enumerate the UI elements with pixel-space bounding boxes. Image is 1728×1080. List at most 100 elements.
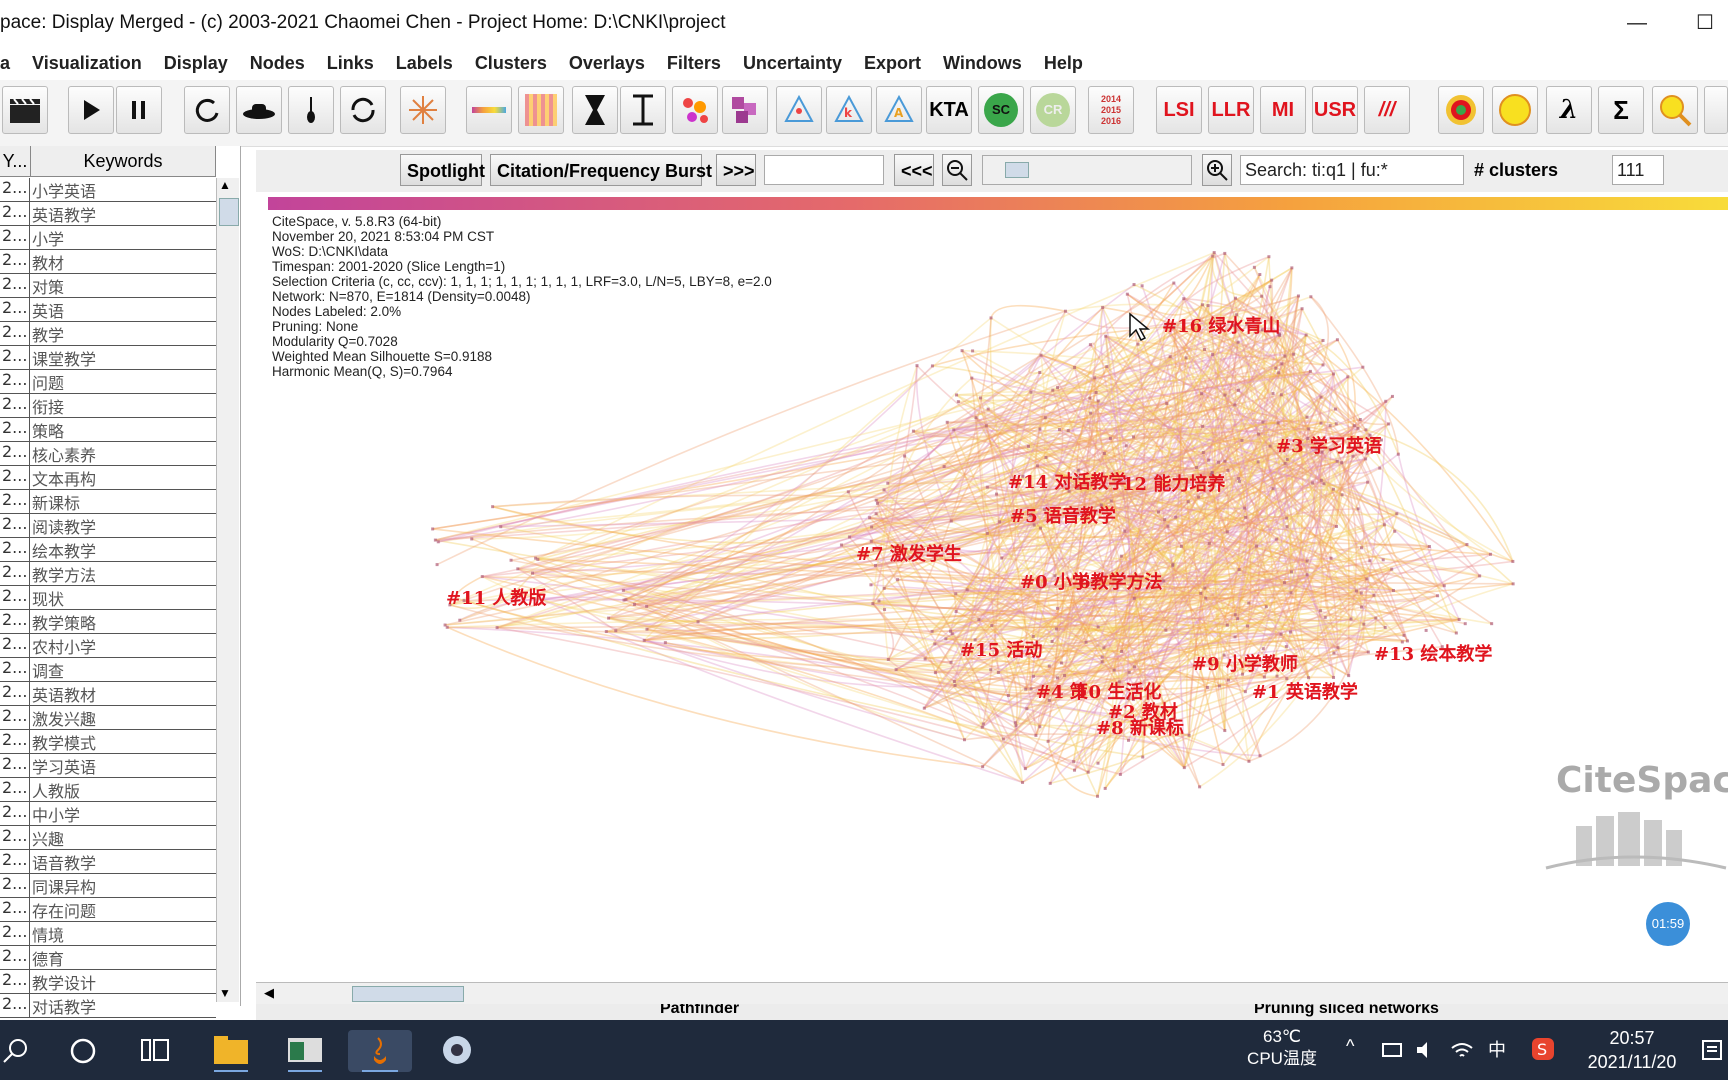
hat-icon[interactable] [236, 86, 282, 134]
wifi-icon[interactable] [1450, 1038, 1474, 1062]
next-button[interactable]: >>> [716, 154, 756, 186]
ime-indicator[interactable]: 中 [1488, 1036, 1506, 1062]
menu-display[interactable]: Display [164, 53, 228, 74]
table-row[interactable]: 2... 同课异构 [0, 874, 216, 898]
keywords-column-header[interactable]: Keywords [31, 146, 216, 176]
play-icon[interactable] [68, 86, 114, 134]
magnifier-yellow-icon[interactable] [1652, 86, 1698, 134]
cluster-label-14[interactable]: #14 对话教学 [1008, 468, 1126, 494]
file-explorer-icon[interactable] [210, 1030, 252, 1072]
table-row[interactable]: 2... 英语 [0, 298, 216, 322]
table-row[interactable]: 2... 教学模式 [0, 730, 216, 754]
cr-button[interactable]: CR [1030, 86, 1076, 134]
scatter-color-icon[interactable] [672, 86, 718, 134]
spotlight-button[interactable]: Spotlight [400, 154, 485, 186]
target-icon[interactable] [1438, 86, 1484, 134]
table-row[interactable]: 2... 兴趣 [0, 826, 216, 850]
cluster-label-13[interactable]: #13 绘本教学 [1374, 640, 1492, 666]
mi-button[interactable]: MI [1260, 86, 1306, 134]
pause-icon[interactable] [116, 86, 162, 134]
search-input[interactable]: Search: ti:q1 | fu:* [1240, 155, 1464, 185]
pin-icon[interactable] [288, 86, 334, 134]
maximize-button[interactable]: ☐ [1690, 8, 1720, 38]
menu-labels[interactable]: Labels [396, 53, 453, 74]
java-app-taskbar-button[interactable] [348, 1030, 412, 1072]
citation-burst-button[interactable]: Citation/Frequency Burst [490, 154, 712, 186]
table-row[interactable]: 2... 课堂教学 [0, 346, 216, 370]
rotate-icon[interactable] [184, 86, 230, 134]
table-row[interactable]: 2... 学习英语 [0, 754, 216, 778]
search-icon[interactable] [0, 1030, 42, 1072]
cluster-label-6[interactable]: 6教学方法 [1078, 568, 1163, 594]
menu-nodes[interactable]: Nodes [250, 53, 305, 74]
menu-overlays[interactable]: Overlays [569, 53, 645, 74]
table-row[interactable]: 2... 小学英语 [0, 178, 216, 202]
cortana-icon[interactable] [62, 1030, 104, 1072]
pruning-sliced-option[interactable]: Pruning sliced networks [1254, 1004, 1439, 1018]
menu-filters[interactable]: Filters [667, 53, 721, 74]
menu-export[interactable]: Export [864, 53, 921, 74]
refresh-icon[interactable] [340, 86, 386, 134]
minimize-button[interactable]: — [1622, 8, 1652, 38]
table-row[interactable]: 2... 教学策略 [0, 610, 216, 634]
table-row[interactable]: 2... 激发兴趣 [0, 706, 216, 730]
table-row[interactable]: 2... 中小学 [0, 802, 216, 826]
table-row[interactable]: 2... 文本再构 [0, 466, 216, 490]
table-row[interactable]: 2... 现状 [0, 586, 216, 610]
notification-icon[interactable] [1700, 1038, 1726, 1064]
triangle-k-icon[interactable]: k [826, 86, 872, 134]
menu-clusters[interactable]: Clusters [475, 53, 547, 74]
menu-uncertainty[interactable]: Uncertainty [743, 53, 842, 74]
table-row[interactable]: 2... 英语教学 [0, 202, 216, 226]
task-view-icon[interactable] [134, 1030, 176, 1072]
canvas-horizontal-scrollbar[interactable]: ◀ [256, 982, 1728, 1005]
table-row[interactable]: 2... 策略 [0, 418, 216, 442]
cluster-map-icon[interactable] [722, 86, 768, 134]
table-row[interactable]: 2... 调查 [0, 658, 216, 682]
zoom-slider-thumb[interactable] [1005, 162, 1029, 178]
menu-help[interactable]: Help [1044, 53, 1083, 74]
menu-windows[interactable]: Windows [943, 53, 1022, 74]
table-row[interactable]: 2... 存在问题 [0, 898, 216, 922]
pathfinder-option[interactable]: Pathfinder [660, 1004, 739, 1018]
cpu-temp-widget[interactable]: 63℃ CPU温度 [1246, 1026, 1318, 1070]
more-tools-icon[interactable] [1704, 86, 1728, 134]
table-row[interactable]: 2... 问题 [0, 370, 216, 394]
scroll-thumb[interactable] [219, 198, 239, 226]
cluster-label-15[interactable]: #15 活动 [960, 636, 1042, 662]
network-canvas[interactable]: CiteSpace, v. 5.8.R3 (64-bit) November 20… [256, 212, 1728, 982]
grid-icon[interactable] [518, 86, 564, 134]
slice-years-button[interactable]: 2014 2015 2016 [1088, 86, 1134, 134]
sogou-icon[interactable]: S [1530, 1036, 1556, 1062]
triangle-a-icon[interactable]: A [876, 86, 922, 134]
recording-timer[interactable]: 01:59 [1646, 902, 1690, 946]
menu-visualization[interactable]: Visualization [32, 53, 142, 74]
table-row[interactable]: 2... 教材 [0, 250, 216, 274]
table-row[interactable]: 2... 农村小学 [0, 634, 216, 658]
table-row[interactable]: 2... 核心素养 [0, 442, 216, 466]
lsi-button[interactable]: LSI [1156, 86, 1202, 134]
table-row[interactable]: 2... 阅读教学 [0, 514, 216, 538]
battery-icon[interactable] [1380, 1038, 1404, 1062]
table-row[interactable]: 2... 教学方法 [0, 562, 216, 586]
lambda-button[interactable]: λ [1546, 86, 1592, 134]
year-column-header[interactable]: Y... [0, 146, 31, 176]
clusters-count-field[interactable]: 111 [1612, 155, 1664, 185]
cluster-label-12[interactable]: 12 能力培养 [1122, 470, 1225, 496]
scroll-down-arrow[interactable]: ▼ [219, 986, 231, 1000]
hourglass-icon[interactable] [572, 86, 618, 134]
spectrum-icon[interactable] [466, 86, 512, 134]
cluster-label-5[interactable]: #5 语音教学 [1010, 502, 1116, 528]
scroll-left-arrow[interactable]: ◀ [264, 985, 274, 1001]
usr-button[interactable]: USR [1312, 86, 1358, 134]
table-row[interactable]: 2... 对策 [0, 274, 216, 298]
table-row[interactable]: 2... 语音教学 [0, 850, 216, 874]
scroll-up-arrow[interactable]: ▲ [219, 178, 231, 192]
starburst-icon[interactable] [400, 86, 446, 134]
cluster-label-16[interactable]: #16 绿水青山 [1162, 312, 1280, 338]
clapper-icon[interactable] [2, 86, 48, 134]
yellow-circle-icon[interactable] [1492, 86, 1538, 134]
sc-button[interactable]: SC [978, 86, 1024, 134]
table-row[interactable]: 2... 绘本教学 [0, 538, 216, 562]
prev-button[interactable]: <<< [894, 154, 934, 186]
